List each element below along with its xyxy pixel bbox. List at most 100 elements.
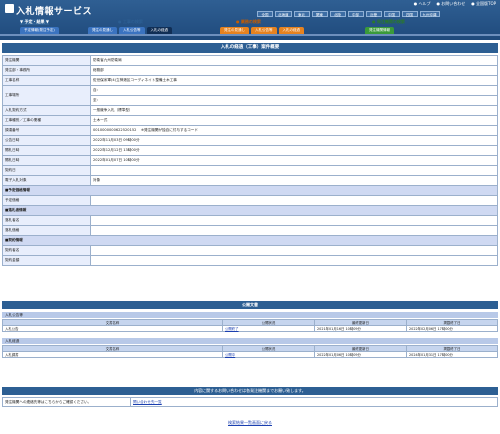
row-value: 一般競争入札（標準型）	[90, 105, 498, 116]
row-value: 対象	[90, 175, 498, 186]
tab-schedule[interactable]: 予定情報(発注予定)	[20, 27, 59, 34]
row-value: 自：	[90, 85, 498, 96]
row-value: 2022年11月03日 09時00分	[90, 135, 498, 146]
region-button[interactable]: 東北	[293, 11, 310, 17]
back-link-wrap: 検索結果一覧画面に戻る	[0, 420, 500, 426]
row-value: 土木一式	[90, 115, 498, 126]
doc-updated: 2022年01月06日 10時09分	[314, 351, 407, 358]
row-label: 電子入札対象	[2, 175, 91, 186]
row-label: 開札日時	[2, 145, 91, 156]
region-selector: 全国 北海道 東北 関東 北陸 中部 近畿 中国 四国 九州沖縄	[257, 11, 499, 17]
case-summary-table: 発注機関 防衛省九州防衛局 発注部・事務所 総務部 工事名称 佐世保米軍(4)立神港区…	[2, 55, 498, 266]
table-row: 落札価格	[2, 225, 498, 236]
help-link[interactable]: ● ヘルプ	[414, 1, 431, 7]
table-row: 公告日時 2022年11月03日 09時00分	[2, 135, 498, 146]
table-row: ■落札者情報	[2, 205, 498, 216]
header-divider	[0, 34, 500, 36]
table-row: 発注機関 防衛省九州防衛局	[2, 55, 498, 66]
table-row: 契約者名	[2, 245, 498, 256]
winner-heading: ■落札者情報	[2, 205, 498, 216]
row-value: 至：	[90, 95, 498, 106]
table-row: 入札調書 公開中 2022年01月06日 10時09分 2024年01月31日 …	[2, 351, 498, 358]
table-row: 入札公告 公開終了 2021年01月16日 10時09分 2022年02月06日…	[2, 325, 498, 332]
top-links: ● ヘルプ ● お問い合わせ ● 全国版TOP	[414, 1, 496, 7]
tab-agency-info[interactable]: 発注機関情報	[365, 27, 394, 34]
row-value	[90, 165, 498, 176]
row-label: 工事名称	[2, 75, 91, 86]
region-button[interactable]: 中国	[383, 11, 400, 17]
region-button[interactable]: 中部	[347, 11, 364, 17]
table-row: 工事場所 自：	[2, 85, 498, 106]
tabs-construction: 発注の見通し 入札公告等 入札の経過	[88, 27, 172, 34]
region-button[interactable]: 九州沖縄	[419, 11, 440, 17]
doc-name: 入札公告	[2, 325, 223, 332]
row-label: 契約者名	[2, 245, 91, 256]
contact-list-link[interactable]: 問い合わせ先一覧	[133, 400, 162, 404]
region-button[interactable]: 四国	[401, 11, 418, 17]
region-button[interactable]: 全国	[257, 11, 273, 17]
table-row: 開札日時 2022年01月07日 10時00分	[2, 155, 498, 166]
predict-price-heading: ■予定価格情報	[2, 185, 498, 196]
tab-outlook[interactable]: 発注の見通し	[220, 27, 249, 34]
table-row: ■契約情報	[2, 235, 498, 246]
table-row: 電子入札対象 対象	[2, 175, 498, 186]
row-label: 落札価格	[2, 225, 91, 236]
row-value: 0010000000622520152 ※発注機関が独自に付与するコード	[90, 125, 498, 136]
row-label: 工事種別／工事の業種	[2, 115, 91, 126]
row-value: 総務部	[90, 65, 498, 76]
tab-notice[interactable]: 入札公告等	[119, 27, 145, 34]
row-value: 2022年01月07日 10時00分	[90, 155, 498, 166]
procurement-note: ※発注機関が独自に付与するコード	[141, 128, 198, 132]
doc-status-link[interactable]: 公開終了	[222, 325, 315, 332]
tab-bid-progress[interactable]: 入札の経過	[146, 27, 172, 34]
contact-cell: 問い合わせ先一覧	[130, 397, 498, 407]
contact-label: 発注機関への連絡先等はこちらからご確認ください。	[2, 397, 131, 407]
case-summary-title: 入札の経過（工事）案件概要	[2, 43, 498, 53]
section-label-agency: ● 発注機関の検索	[372, 19, 405, 24]
table-row: 発注機関への連絡先等はこちらからご確認ください。 問い合わせ先一覧	[2, 397, 498, 407]
table-row: 入札契約方式 一般競争入札（標準型）	[2, 105, 498, 116]
back-to-results-link[interactable]: 検索結果一覧画面に戻る	[228, 420, 272, 425]
doc-group-notice: 入札公告等	[2, 312, 498, 318]
row-value: 佐世保米軍(4)立神港区コーディネイト整備土木工事	[90, 75, 498, 86]
tab-bid-progress[interactable]: 入札の経過	[278, 27, 304, 34]
region-button[interactable]: 関東	[311, 11, 328, 17]
row-value: 防衛省九州防衛局	[90, 55, 498, 66]
tab-notice[interactable]: 入札公告等	[251, 27, 277, 34]
row-label: 公告日時	[2, 135, 91, 146]
tab-outlook[interactable]: 発注の見通し	[88, 27, 117, 34]
row-label: 落札者名	[2, 215, 91, 226]
table-row: 調達番号 0010000000622520152 ※発注機関が独自に付与するコード	[2, 125, 498, 136]
row-value	[90, 245, 498, 256]
row-value	[90, 255, 498, 266]
row-value: 2022年12月12日 13時00分	[90, 145, 498, 156]
table-row: 落札者名	[2, 215, 498, 226]
inquiry-link[interactable]: ● お問い合わせ	[436, 1, 465, 7]
tabs-agency: 発注機関情報	[365, 27, 394, 34]
row-label: 開札日時	[2, 155, 91, 166]
region-button[interactable]: 北陸	[329, 11, 346, 17]
table-row: 契約日	[2, 165, 498, 176]
public-docs-title: 公開文書	[2, 301, 498, 309]
doc-group-progress: 入札経過	[2, 338, 498, 344]
doc-status-link[interactable]: 公開中	[222, 351, 315, 358]
row-label: 発注機関	[2, 55, 91, 66]
national-top-link[interactable]: ● 全国版TOP	[471, 1, 496, 7]
region-button[interactable]: 北海道	[275, 11, 292, 17]
doc-table-notice: 文書名称 公開状況 最終更新日 掲載終了日 入札公告 公開終了 2021年01月…	[2, 319, 498, 332]
row-value	[90, 225, 498, 236]
contract-heading: ■契約情報	[2, 235, 498, 246]
doc-table-progress: 文書名称 公開状況 最終更新日 掲載終了日 入札調書 公開中 2022年01月0…	[2, 345, 498, 358]
tabs-left: 予定情報(発注予定)	[20, 27, 59, 34]
row-label: 契約日	[2, 165, 91, 176]
doc-end-date: 2022年02月06日 17時00分	[406, 325, 498, 332]
table-row: 契約金額	[2, 255, 498, 266]
procurement-number: 0010000000622520152	[93, 128, 137, 132]
table-row: 工事種別／工事の業種 土木一式	[2, 115, 498, 126]
doc-name: 入札調書	[2, 351, 223, 358]
region-button[interactable]: 近畿	[365, 11, 382, 17]
row-label: 予定価格	[2, 195, 91, 206]
row-label: 工事場所	[2, 85, 91, 106]
contact-banner: 内容に関するお問い合わせは各発注機関までお願い致します。	[2, 387, 498, 395]
app-logo: 入札情報サービス	[16, 7, 93, 17]
